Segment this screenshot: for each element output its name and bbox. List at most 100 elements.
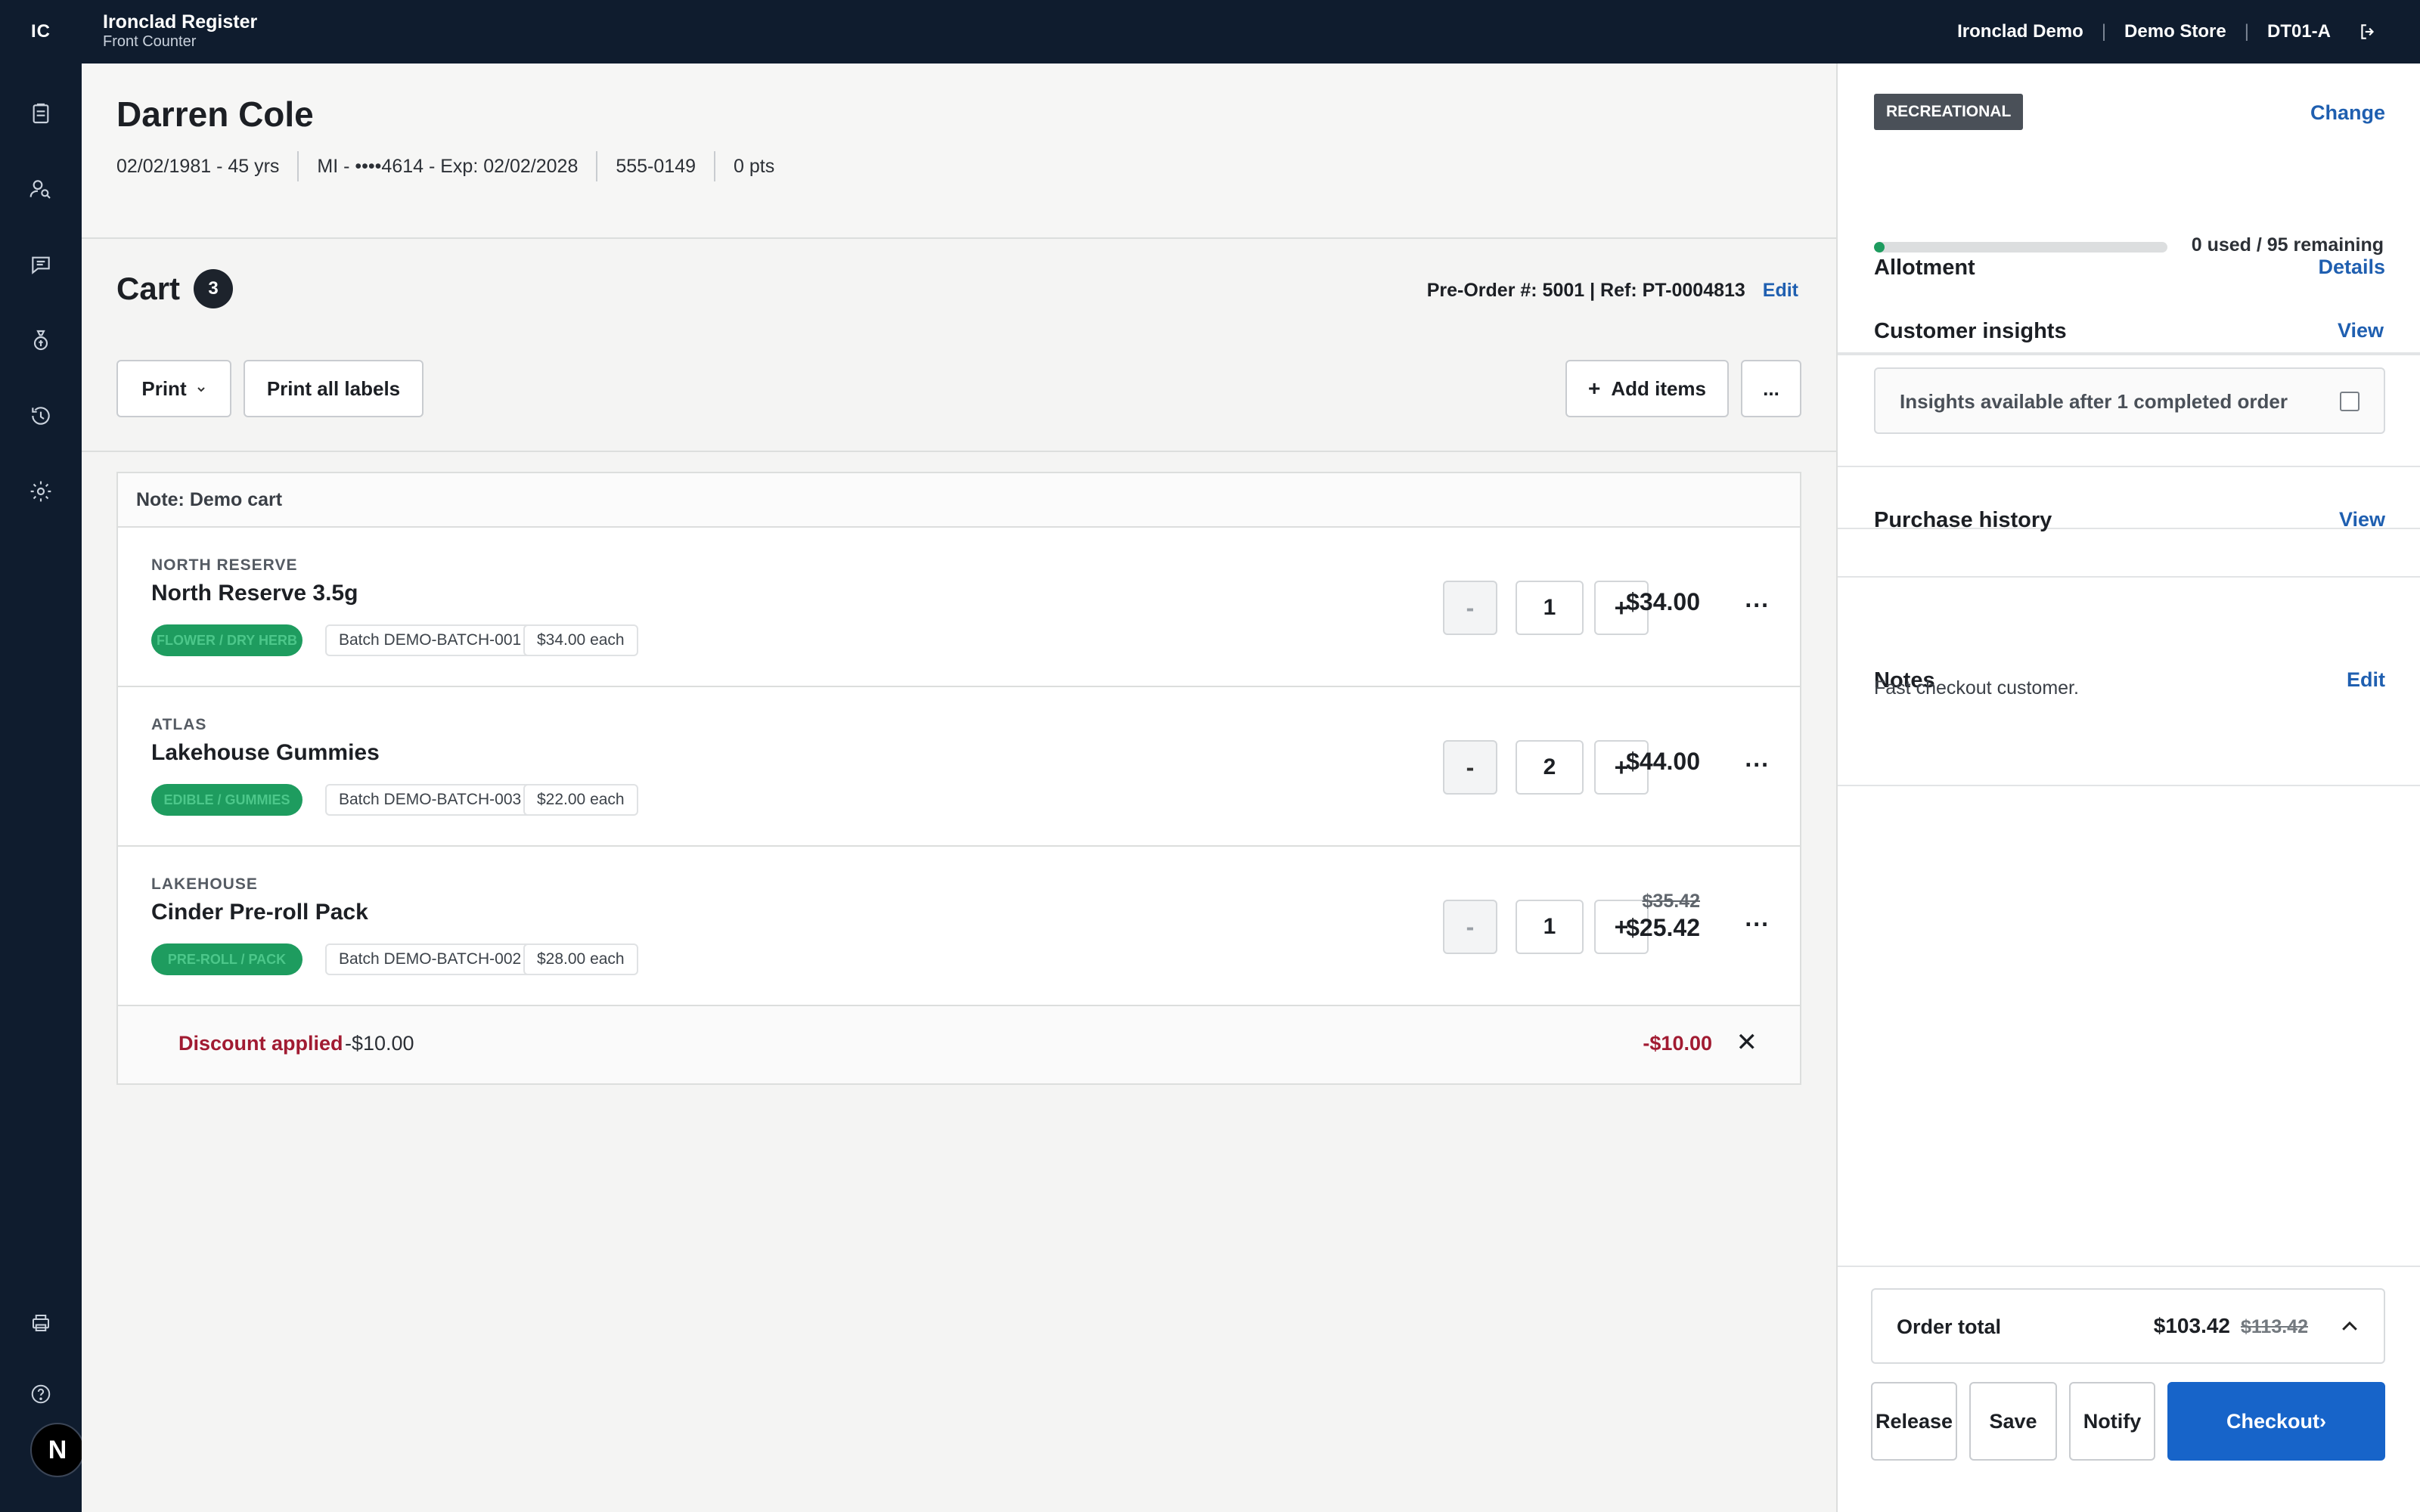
item-name: Cinder Pre-roll Pack xyxy=(151,900,368,925)
edit-preorder-link[interactable]: Edit xyxy=(1763,280,1798,301)
cart-header: Cart 3 Pre-Order #: 5001 | Ref: PT-00048… xyxy=(82,239,1836,452)
discount-amount: -$10.00 xyxy=(345,1032,414,1055)
terminal-id: DT01-A xyxy=(2266,21,2331,42)
line-price: $34.00 xyxy=(1626,588,1700,616)
item-brand: NORTH RESERVE xyxy=(151,556,298,574)
qty-value[interactable]: 2 xyxy=(1516,740,1584,795)
customer-header: Darren Cole 02/02/1981 - 45 yrs MI - •••… xyxy=(82,64,1836,239)
separator: | xyxy=(2101,21,2107,42)
main-content: Darren Cole 02/02/1981 - 45 yrs MI - •••… xyxy=(82,64,1836,1512)
orders-icon[interactable] xyxy=(26,98,56,129)
customer-search-icon[interactable] xyxy=(26,174,56,204)
line-price-value: $44.00 xyxy=(1626,748,1700,775)
unit-price-tag: $22.00 each xyxy=(523,784,638,816)
insights-text: Insights available after 1 completed ord… xyxy=(1900,390,2288,413)
unit-price-tag: $34.00 each xyxy=(523,624,638,656)
customer-side-panel: RECREATIONAL Change Allotment Details 0 … xyxy=(1836,64,2420,1512)
print-label: Print xyxy=(141,376,187,400)
org-name: Ironclad Demo xyxy=(1957,21,2083,42)
cart-line-item: NORTH RESERVE North Reserve 3.5g FLOWER … xyxy=(118,528,1800,687)
customer-dob: 02/02/1981 - 45 yrs xyxy=(116,156,280,177)
allotment-progress-bar xyxy=(1874,242,2167,253)
app-logo: IC xyxy=(31,21,51,42)
change-type-link[interactable]: Change xyxy=(2310,101,2385,125)
preorder-text: Pre-Order #: 5001 | Ref: PT-0004813 xyxy=(1426,280,1745,301)
qty-value[interactable]: 1 xyxy=(1516,581,1584,635)
cart-count-badge: 3 xyxy=(194,269,234,308)
discount-label: Discount applied xyxy=(178,1032,343,1055)
store-name: Demo Store xyxy=(2124,21,2226,42)
category-pill: EDIBLE / GUMMIES xyxy=(151,784,302,816)
cash-icon[interactable] xyxy=(26,325,56,355)
history-view-link[interactable]: View xyxy=(2339,508,2385,531)
customer-type-section: RECREATIONAL Change xyxy=(1838,64,2420,133)
top-bar: IC Ironclad Register Front Counter Ironc… xyxy=(0,0,2420,64)
add-items-label: Add items xyxy=(1611,376,1707,400)
app-title-block: Ironclad Register Front Counter xyxy=(103,11,257,50)
printer-icon[interactable] xyxy=(26,1308,56,1338)
insights-view-link[interactable]: View xyxy=(2338,319,2384,342)
cart-items: Note: Demo cart NORTH RESERVE North Rese… xyxy=(116,472,1801,1085)
more-options-button[interactable]: ... xyxy=(1741,360,1801,417)
add-items-button[interactable]: + Add items xyxy=(1565,360,1729,417)
customer-points: 0 pts xyxy=(714,151,793,181)
app-subtitle: Front Counter xyxy=(103,33,197,50)
customer-id: MI - ••••4614 - Exp: 02/02/2028 xyxy=(297,151,596,181)
line-options-button[interactable]: ... xyxy=(1745,745,1770,773)
line-original-price: $35.42 xyxy=(1642,891,1700,912)
customer-name: Darren Cole xyxy=(116,94,314,134)
save-button[interactable]: Save xyxy=(1969,1382,2057,1461)
notes-text: Fast checkout customer. xyxy=(1874,677,2079,699)
notify-button[interactable]: Notify xyxy=(2069,1382,2155,1461)
release-button[interactable]: Release xyxy=(1871,1382,1957,1461)
line-options-button[interactable]: ... xyxy=(1745,904,1770,932)
history-icon[interactable] xyxy=(26,401,56,431)
category-pill: FLOWER / DRY HERB xyxy=(151,624,302,656)
help-icon[interactable] xyxy=(26,1379,56,1409)
order-total-box[interactable]: Order total $103.42 $113.42 xyxy=(1871,1288,2385,1364)
messages-icon[interactable] xyxy=(26,249,56,280)
notes-edit-link[interactable]: Edit xyxy=(2347,668,2385,692)
customer-meta: 02/02/1981 - 45 yrs MI - ••••4614 - Exp:… xyxy=(116,151,793,181)
dev-badge[interactable]: N xyxy=(30,1423,85,1477)
separator: | xyxy=(2244,21,2249,42)
line-options-button[interactable]: ... xyxy=(1745,585,1770,613)
customer-phone: 555-0149 xyxy=(596,151,714,181)
app-title: Ironclad Register xyxy=(103,11,258,33)
decrease-qty-button[interactable]: - xyxy=(1443,581,1497,635)
chevron-up-icon[interactable] xyxy=(2338,1315,2361,1338)
allotment-text: 0 used / 95 remaining xyxy=(2191,234,2384,256)
allotment-title: Allotment xyxy=(1874,256,1975,280)
logout-icon[interactable] xyxy=(2356,20,2379,43)
decrease-qty-button[interactable]: - xyxy=(1443,900,1497,954)
allotment-progress-fill xyxy=(1874,242,1885,253)
discount-row: Discount applied -$10.00 -$10.00 ✕ xyxy=(118,1006,1800,1083)
discount-total: -$10.00 xyxy=(1643,1032,1712,1055)
item-brand: LAKEHOUSE xyxy=(151,875,258,893)
customer-type-badge: RECREATIONAL xyxy=(1874,94,2024,130)
batch-tag: Batch DEMO-BATCH-002 xyxy=(325,943,535,975)
location-info: Ironclad Demo | Demo Store | DT01-A xyxy=(1957,0,2379,64)
left-rail: N xyxy=(0,64,85,1512)
line-price-value: $25.42 xyxy=(1626,914,1700,941)
cart-title: Cart 3 xyxy=(116,269,234,308)
checkout-button[interactable]: Checkout› xyxy=(2167,1382,2385,1461)
history-section: Purchase history View xyxy=(1838,466,2420,578)
cart-line-item: ATLAS Lakehouse Gummies EDIBLE / GUMMIES… xyxy=(118,687,1800,847)
batch-tag: Batch DEMO-BATCH-001 xyxy=(325,624,535,656)
line-price: $35.42 $25.42 xyxy=(1626,891,1700,942)
insights-checkbox[interactable] xyxy=(2340,392,2360,411)
line-price: $44.00 xyxy=(1626,748,1700,776)
decrease-qty-button[interactable]: - xyxy=(1443,740,1497,795)
divider xyxy=(1838,1266,2420,1267)
remove-discount-icon[interactable]: ✕ xyxy=(1736,1027,1758,1058)
preorder-info: Pre-Order #: 5001 | Ref: PT-0004813 Edit xyxy=(1427,280,1798,302)
print-all-labels-button[interactable]: Print all labels xyxy=(244,360,424,417)
print-button[interactable]: Print xyxy=(116,360,231,417)
cart-title-text: Cart xyxy=(116,271,181,306)
settings-icon[interactable] xyxy=(26,476,56,507)
order-total-values: $103.42 $113.42 xyxy=(2154,1314,2308,1338)
batch-tag: Batch DEMO-BATCH-003 xyxy=(325,784,535,816)
allotment-details-link[interactable]: Details xyxy=(2318,256,2385,279)
qty-value[interactable]: 1 xyxy=(1516,900,1584,954)
